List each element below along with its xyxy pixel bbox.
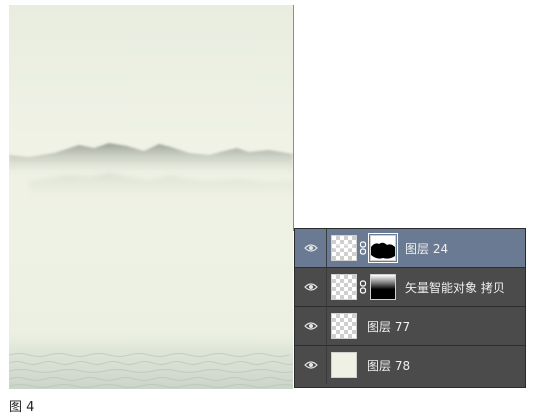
canvas-edge [293, 5, 294, 231]
layer-thumbnail[interactable] [331, 313, 357, 339]
layer-name[interactable]: 图层 24 [405, 240, 448, 257]
layers-panel: 图层 24 矢量智能对象 拷贝 图层 77 图层 78 [294, 228, 526, 388]
layer-thumbnail[interactable] [331, 235, 357, 261]
figure-caption: 图 4 [9, 400, 35, 415]
layer-mask-thumbnail[interactable] [370, 274, 396, 300]
layer-thumbnail[interactable] [331, 352, 357, 378]
layer-name[interactable]: 图层 77 [367, 318, 410, 335]
layer-row-77[interactable]: 图层 77 [295, 307, 525, 346]
mask-link-icon[interactable] [359, 280, 367, 294]
visibility-eye-icon[interactable] [295, 307, 327, 345]
layer-thumbnail[interactable] [331, 274, 357, 300]
visibility-eye-icon[interactable] [295, 346, 327, 384]
layer-row-vector-smart-object-copy[interactable]: 矢量智能对象 拷贝 [295, 268, 525, 307]
layer-mask-thumbnail[interactable] [368, 233, 398, 263]
layer-row-78[interactable]: 图层 78 [295, 346, 525, 385]
layer-name[interactable]: 矢量智能对象 拷贝 [405, 279, 505, 296]
landscape-artwork [9, 143, 293, 389]
layer-name[interactable]: 图层 78 [367, 357, 410, 374]
layer-row-24[interactable]: 图层 24 [295, 229, 525, 268]
document-canvas[interactable] [9, 5, 293, 389]
visibility-eye-icon[interactable] [295, 229, 327, 267]
visibility-eye-icon[interactable] [295, 268, 327, 306]
mask-link-icon[interactable] [359, 241, 367, 255]
